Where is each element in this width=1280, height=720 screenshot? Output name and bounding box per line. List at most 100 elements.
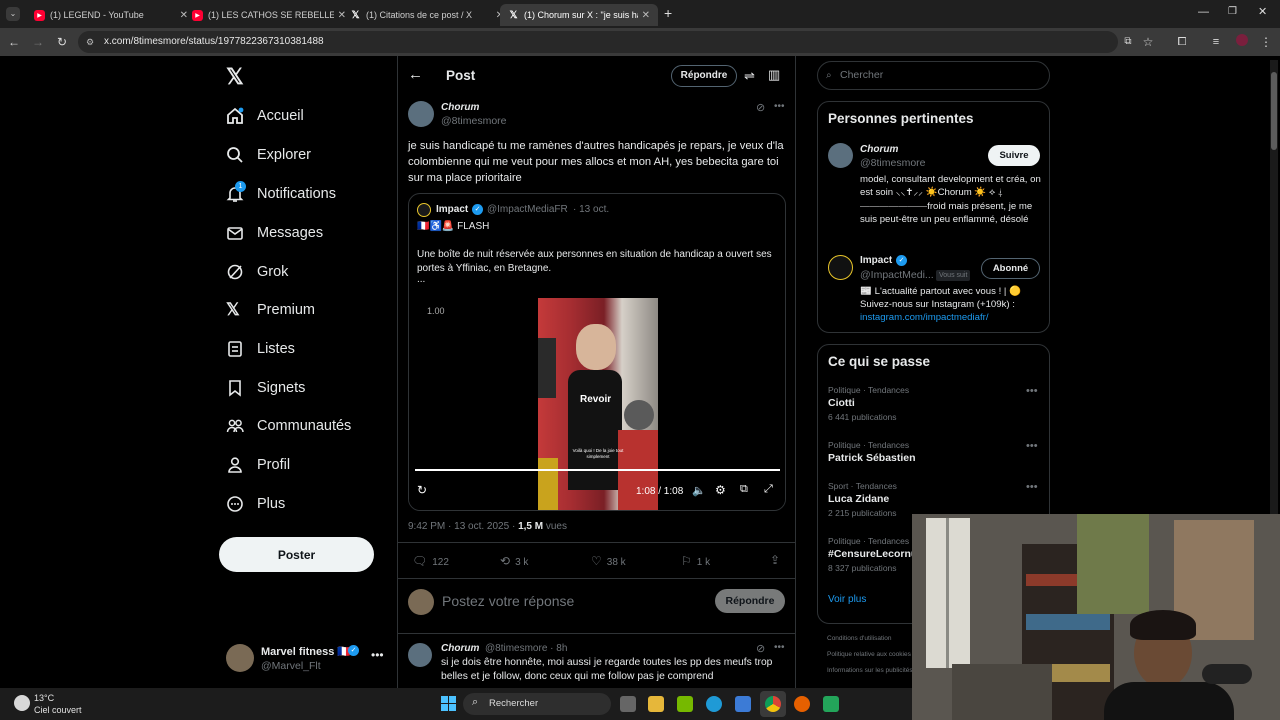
pip-icon[interactable]: ⧉ [740, 483, 748, 496]
close-window-icon[interactable]: ✕ [1258, 5, 1267, 18]
extensions-icon[interactable]: ⧠ [1174, 34, 1190, 50]
sidebar-item-explore[interactable]: Explorer [226, 142, 311, 168]
chrome-icon[interactable] [765, 696, 781, 712]
back-arrow-icon[interactable]: ← [408, 66, 423, 83]
footer-link[interactable]: Informations sur les publicités [827, 663, 917, 679]
reply-action[interactable]: 🗨 122 [412, 554, 449, 568]
more-dots-icon[interactable]: ••• [1026, 481, 1038, 493]
x-logo[interactable]: 𝕏 [226, 64, 244, 90]
more-dots-icon[interactable]: ••• [1026, 385, 1038, 397]
bookmark-star-icon[interactable]: ☆ [1140, 34, 1156, 50]
close-tab-icon[interactable]: ✕ [642, 10, 650, 21]
tab-list-dropdown-icon[interactable]: ⌄ [6, 7, 20, 21]
replay-label[interactable]: Revoir [580, 394, 611, 405]
avatar[interactable] [408, 643, 432, 667]
more-dots-icon[interactable]: ••• [1026, 440, 1038, 452]
replay-icon[interactable]: ↻ [417, 483, 427, 497]
repost-action[interactable]: ⟲ 3 k [500, 554, 528, 568]
sidebar-item-lists[interactable]: Listes [226, 336, 295, 362]
start-windows-icon[interactable] [441, 696, 456, 711]
back-arrow-icon[interactable]: ← [6, 34, 22, 50]
x-icon: 𝕏 [509, 9, 518, 21]
taskbar-search[interactable]: ⌕ Rechercher [463, 693, 611, 715]
reply-header-button[interactable]: Répondre [671, 65, 737, 87]
more-dots-icon[interactable]: ••• [774, 642, 785, 653]
settings-gear-icon[interactable]: ⚙ [715, 483, 726, 497]
browser-tab[interactable]: ▶ (1) LEGEND - YouTube ✕ [26, 4, 196, 26]
account-switcher[interactable]: Marvel fitness 🇫🇷 ✓ @Marvel_Flt ••• [226, 642, 386, 674]
address-bar[interactable]: ⚙ x.com/8timesmore/status/19778223673103… [78, 31, 1118, 53]
sidebar-item-more[interactable]: Plus [226, 491, 285, 517]
scrollbar-thumb[interactable] [1271, 72, 1277, 150]
trend-item[interactable]: Politique · Tendances Ciotti 6 441 publi… [828, 385, 1043, 429]
discord-icon[interactable] [823, 696, 839, 712]
browser-tab-active[interactable]: 𝕏 (1) Chorum sur X : "je suis handi ✕ [500, 4, 658, 26]
sliders-icon[interactable]: ⇌ [744, 68, 755, 84]
sidebar-item-home[interactable]: Accueil [226, 103, 304, 129]
bookmark-action[interactable]: ⚐ 1 k [681, 554, 710, 568]
fullscreen-icon[interactable]: ⤢ [764, 483, 773, 496]
bio-link[interactable]: instagram.com/impactmediafr/ [860, 312, 989, 323]
trend-item[interactable]: Politique · Tendances Patrick Sébastien … [828, 440, 1043, 472]
new-tab-button[interactable]: + [664, 5, 672, 21]
video-player[interactable]: 1.00 Voilà quoi ! De la joie tout simple… [409, 290, 785, 510]
volume-icon[interactable]: 🔈 [692, 484, 706, 497]
video-caption: Voilà quoi ! De la joie tout simplement [572, 448, 624, 459]
post-button[interactable]: Poster [219, 537, 374, 572]
grok-icon[interactable]: ⊘ [756, 642, 765, 655]
sidebar-item-premium[interactable]: 𝕏 Premium [226, 297, 315, 323]
footer-link[interactable]: Conditions d'utilisation [827, 631, 917, 647]
install-app-icon[interactable]: ⧉ [1120, 34, 1136, 50]
edge-icon[interactable] [706, 696, 722, 712]
quoted-post[interactable]: Impact ✓ @ImpactMediaFR · 13 oct. 🇫🇷♿🚨 F… [408, 193, 786, 511]
reader-view-icon[interactable]: ▥ [768, 67, 780, 83]
site-info-icon[interactable]: ⚙ [86, 31, 94, 53]
avatar[interactable] [828, 255, 853, 280]
person-name[interactable]: Chorum [860, 144, 898, 155]
author-handle[interactable]: @8timesmore [441, 115, 507, 127]
file-explorer-icon[interactable] [648, 696, 664, 712]
sidebar-item-messages[interactable]: Messages [226, 220, 323, 246]
share-icon[interactable]: ⇪ [770, 553, 780, 567]
sidebar-item-bookmarks[interactable]: Signets [226, 375, 305, 401]
video-progress-track[interactable] [415, 469, 780, 471]
forward-arrow-icon[interactable]: → [30, 34, 46, 50]
reload-icon[interactable]: ↻ [54, 34, 70, 50]
browser-menu-icon[interactable]: ⋮ [1258, 34, 1274, 50]
sidebar-item-profile[interactable]: Profil [226, 452, 290, 478]
search-input[interactable]: ⌕ Chercher [817, 61, 1050, 90]
reply-submit-button[interactable]: Répondre [715, 589, 785, 613]
task-view-icon[interactable] [620, 696, 636, 712]
like-action[interactable]: ♡ 38 k [591, 554, 626, 568]
browser-tab[interactable]: ▶ (1) LES CATHOS SE REBELLENT ✕ [184, 4, 354, 26]
see-more-link[interactable]: Voir plus [828, 594, 866, 605]
x-icon: 𝕏 [351, 9, 360, 21]
weather-icon[interactable] [14, 695, 30, 711]
more-dots-icon[interactable]: ••• [371, 648, 384, 662]
maximize-icon[interactable]: ❐ [1228, 6, 1237, 17]
browser-tab[interactable]: 𝕏 (1) Citations de ce post / X ✕ [342, 4, 512, 26]
sidebar-item-notifications[interactable]: 1 Notifications [226, 181, 336, 207]
person-name[interactable]: Impact [860, 255, 892, 266]
avatar[interactable] [408, 101, 434, 127]
sidebar-item-grok[interactable]: Grok [226, 259, 288, 285]
firefox-icon[interactable] [794, 696, 810, 712]
following-button[interactable]: Abonné [981, 258, 1040, 279]
reply-author-handle[interactable]: @8timesmore · 8h [485, 643, 567, 654]
profile-avatar[interactable] [1234, 34, 1250, 50]
follow-button[interactable]: Suivre [988, 145, 1040, 166]
more-dots-icon[interactable]: ••• [774, 101, 785, 112]
author-name[interactable]: Chorum [441, 102, 479, 113]
minimize-icon[interactable]: — [1198, 6, 1209, 18]
follows-you-badge: Vous suit [936, 270, 971, 281]
grok-icon[interactable]: ⊘ [756, 101, 765, 114]
footer-link[interactable]: Politique relative aux cookies [827, 647, 917, 663]
reply-input[interactable]: Postez votre réponse [442, 593, 574, 609]
reading-list-icon[interactable]: ≡ [1208, 34, 1224, 50]
nvidia-icon[interactable] [677, 696, 693, 712]
webcam-desk [952, 664, 1052, 720]
avatar[interactable] [828, 143, 853, 168]
reply-author-name[interactable]: Chorum [441, 643, 479, 654]
sidebar-item-communities[interactable]: Communautés [226, 413, 351, 439]
store-icon[interactable] [735, 696, 751, 712]
